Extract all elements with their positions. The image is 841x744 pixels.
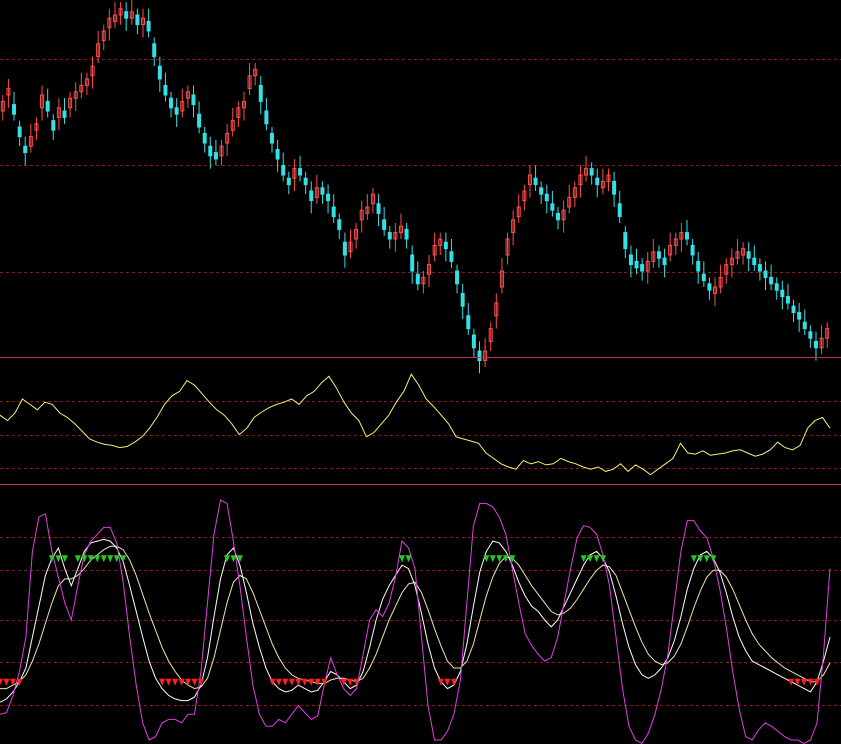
candle-down bbox=[382, 219, 387, 230]
candle-down bbox=[303, 177, 308, 186]
candle-down bbox=[17, 126, 22, 138]
candle-down bbox=[404, 228, 409, 240]
candle-down bbox=[337, 219, 342, 230]
candle-down bbox=[23, 145, 28, 154]
candle-down bbox=[309, 190, 314, 202]
candle-down bbox=[281, 164, 286, 176]
candle-down bbox=[286, 177, 291, 186]
candle-down bbox=[415, 273, 420, 285]
candle-down bbox=[780, 289, 785, 298]
candle-down bbox=[208, 145, 213, 157]
candle-down bbox=[550, 203, 555, 211]
candle-down bbox=[387, 232, 392, 240]
candle-down bbox=[213, 152, 218, 160]
candle-down bbox=[466, 315, 471, 330]
candle-down bbox=[320, 187, 325, 195]
candle-down bbox=[808, 331, 813, 339]
candle-down bbox=[701, 273, 706, 282]
candle-down bbox=[275, 148, 280, 160]
candle-down bbox=[757, 264, 762, 272]
candle-down bbox=[124, 11, 129, 19]
candle-down bbox=[342, 241, 347, 256]
candle-down bbox=[623, 232, 628, 250]
candle-down bbox=[152, 43, 157, 58]
candle-down bbox=[662, 257, 667, 266]
candle-down bbox=[191, 94, 196, 106]
candle-down bbox=[410, 254, 415, 272]
candle-down bbox=[774, 283, 779, 291]
candle-down bbox=[589, 168, 594, 176]
candle-down bbox=[174, 107, 179, 115]
chart-background bbox=[0, 0, 841, 744]
candle-down bbox=[443, 241, 448, 250]
candle-down bbox=[471, 334, 476, 349]
candle-down bbox=[684, 232, 689, 240]
candle-down bbox=[376, 203, 381, 214]
candle-down bbox=[12, 104, 17, 115]
candle-down bbox=[269, 132, 274, 144]
stock-chart-canvas bbox=[0, 0, 841, 744]
candle-down bbox=[752, 257, 757, 266]
candle-down bbox=[595, 177, 600, 186]
candle-down bbox=[455, 270, 460, 285]
candle-down bbox=[634, 260, 639, 269]
candle-down bbox=[802, 321, 807, 330]
candle-down bbox=[202, 132, 207, 144]
candle-down bbox=[813, 340, 818, 349]
candle-down bbox=[544, 193, 549, 202]
candle-down bbox=[331, 206, 336, 218]
candle-down bbox=[556, 212, 561, 221]
candle-down bbox=[628, 254, 633, 266]
candle-down bbox=[763, 270, 768, 278]
candle-down bbox=[51, 120, 56, 131]
candle-down bbox=[62, 110, 67, 118]
candle-down bbox=[449, 251, 454, 262]
candle-down bbox=[612, 180, 617, 195]
candle-down bbox=[298, 168, 303, 176]
candle-down bbox=[533, 177, 538, 186]
candle-down bbox=[45, 100, 50, 112]
candle-down bbox=[785, 296, 790, 304]
candle-down bbox=[696, 260, 701, 272]
candle-down bbox=[169, 97, 174, 109]
candle-down bbox=[135, 14, 140, 26]
candle-down bbox=[707, 283, 712, 291]
candle-down bbox=[797, 312, 802, 320]
candle-down bbox=[769, 276, 774, 285]
candle-down bbox=[197, 113, 202, 128]
candle-down bbox=[146, 20, 151, 32]
candle-down bbox=[656, 251, 661, 259]
candle-down bbox=[157, 65, 162, 80]
candle-down bbox=[746, 251, 751, 259]
candle-down bbox=[539, 187, 544, 195]
candle-down bbox=[258, 84, 263, 102]
candle-down bbox=[690, 244, 695, 256]
candle-down bbox=[163, 84, 168, 96]
candle-down bbox=[326, 193, 331, 202]
candle-down bbox=[264, 110, 269, 125]
candle-down bbox=[460, 292, 465, 307]
candle-down bbox=[640, 264, 645, 272]
candle-down bbox=[617, 203, 622, 218]
candle-down bbox=[477, 350, 482, 362]
candle-down bbox=[791, 305, 796, 314]
